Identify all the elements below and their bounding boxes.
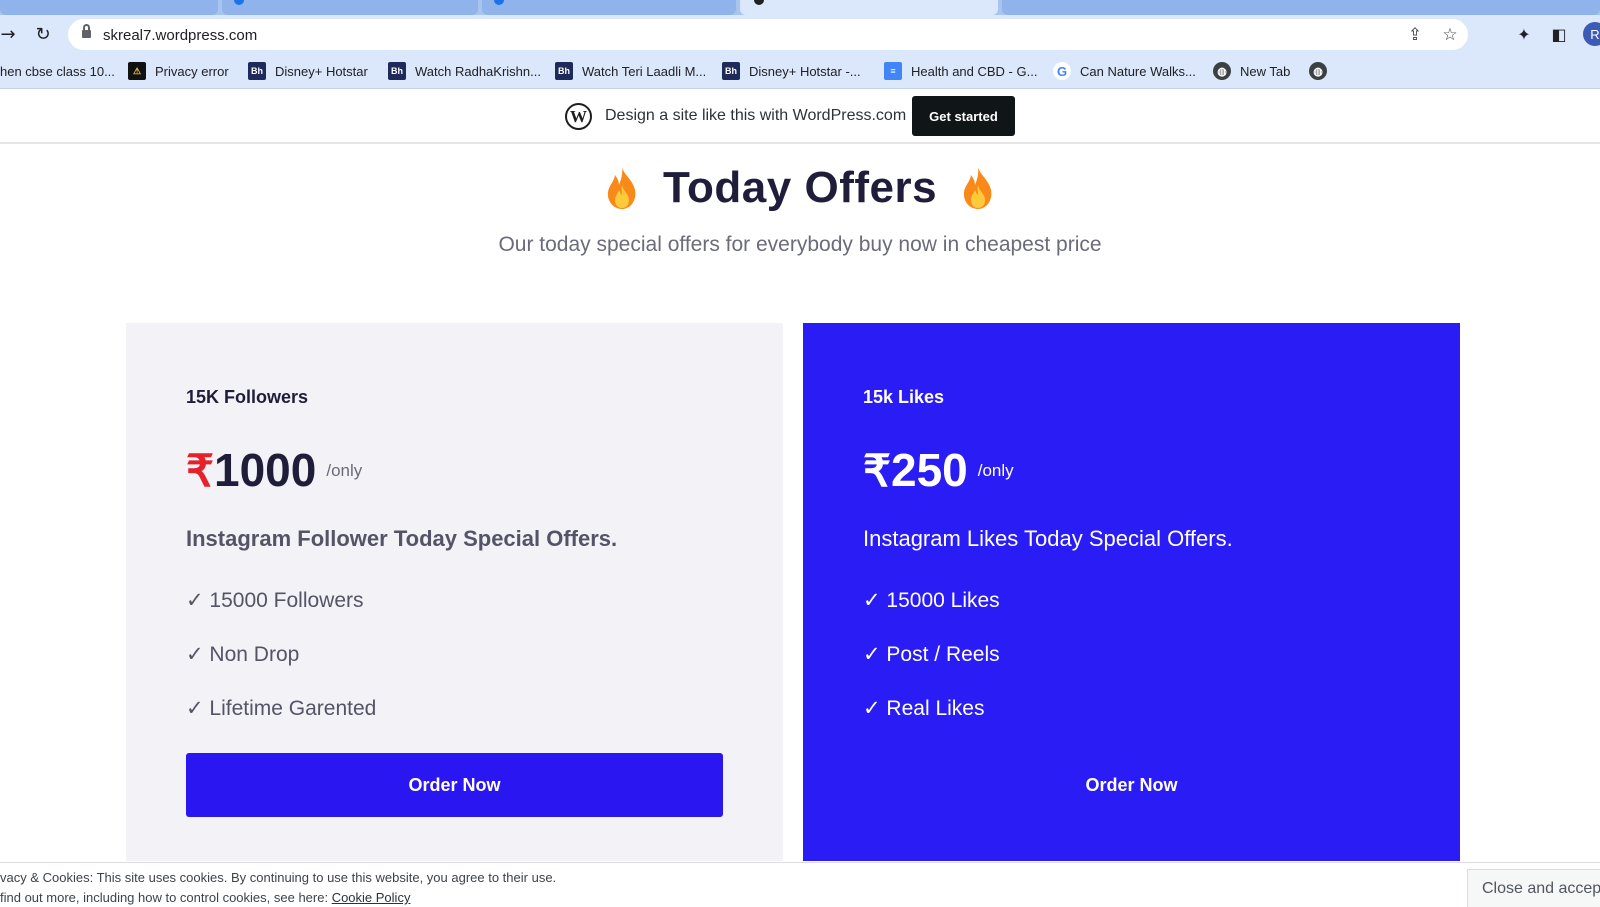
bookmark-item[interactable]: G Can Nature Walks... xyxy=(1053,61,1196,81)
cookie-consent-bar: vacy & Cookies: This site uses cookies. … xyxy=(0,862,1600,907)
bookmark-item[interactable]: ⚠ Privacy error xyxy=(128,61,229,81)
feature-item: ✓ Non Drop xyxy=(186,643,300,666)
bookmark-item[interactable]: ◍ xyxy=(1309,61,1336,81)
fire-icon xyxy=(607,167,636,209)
bookmark-item[interactable]: hen cbse class 10... xyxy=(0,61,115,81)
cookie-notice-text: vacy & Cookies: This site uses cookies. … xyxy=(0,870,557,885)
bookmark-item[interactable]: Bh Watch RadhaKrishn... xyxy=(388,61,541,81)
bh-site-icon: Bh xyxy=(555,62,573,80)
bh-site-icon: Bh xyxy=(388,62,406,80)
bookmark-label: Watch Teri Laadli M... xyxy=(582,63,707,79)
bookmark-label: Health and CBD - G... xyxy=(911,63,1038,79)
tab-favicon-icon xyxy=(494,0,504,5)
browser-tab[interactable] xyxy=(1002,0,1600,15)
side-panel-icon[interactable]: ◧ xyxy=(1547,22,1571,46)
profile-avatar[interactable]: R xyxy=(1583,22,1600,46)
bh-site-icon: Bh xyxy=(722,62,740,80)
plan-description: Instagram Likes Today Special Offers. xyxy=(863,526,1233,551)
wordpress-logo-icon[interactable]: W xyxy=(565,103,592,130)
browser-tab[interactable] xyxy=(222,0,478,15)
currency-symbol: ₹ xyxy=(186,447,214,496)
plan-name: 15K Followers xyxy=(186,387,309,407)
extensions-puzzle-icon[interactable]: ✦ xyxy=(1512,22,1536,46)
close-and-accept-button[interactable]: Close and accept xyxy=(1467,869,1600,907)
feature-list: ✓ 15000 Likes ✓ Post / Reels ✓ Real Like… xyxy=(863,588,1000,750)
wp-banner-text[interactable]: Design a site like this with WordPress.c… xyxy=(605,107,906,125)
google-icon: G xyxy=(1053,62,1071,80)
bookmark-label: Disney+ Hotstar -... xyxy=(749,63,861,79)
order-now-button[interactable]: Order Now xyxy=(863,753,1400,817)
price: ₹ 250 /only xyxy=(863,443,1014,497)
price-period: /only xyxy=(977,461,1014,480)
feature-item: ✓ Post / Reels xyxy=(863,643,1000,666)
lock-icon[interactable] xyxy=(82,24,91,39)
globe-icon: ◍ xyxy=(1213,62,1231,80)
bookmark-item[interactable]: ◍ New Tab xyxy=(1213,61,1290,81)
browser-tab-active[interactable] xyxy=(740,0,998,15)
globe-icon: ◍ xyxy=(1309,62,1327,80)
page-title: Today Offers xyxy=(662,163,938,212)
bookmark-label: hen cbse class 10... xyxy=(0,63,115,79)
privacy-error-icon: ⚠ xyxy=(128,62,146,80)
forward-arrow-icon[interactable]: → xyxy=(0,22,20,46)
bookmarks-bar: hen cbse class 10... ⚠ Privacy error Bh … xyxy=(0,53,1600,89)
get-started-button[interactable]: Get started xyxy=(912,96,1015,136)
cookie-policy-link[interactable]: Cookie Policy xyxy=(332,890,411,905)
browser-tab[interactable] xyxy=(0,0,218,15)
price: ₹ 1000 /only xyxy=(186,443,362,497)
bh-site-icon: Bh xyxy=(248,62,266,80)
offer-card-followers: 15K Followers ₹ 1000 /only Instagram Fol… xyxy=(126,323,783,861)
bookmark-label: Disney+ Hotstar xyxy=(275,63,368,79)
bookmark-label: Privacy error xyxy=(155,63,229,79)
price-period: /only xyxy=(326,461,363,480)
page-subtitle: Our today special offers for everybody b… xyxy=(498,233,1102,256)
google-docs-icon: ≡ xyxy=(884,62,902,80)
plan-description: Instagram Follower Today Special Offers. xyxy=(186,526,618,551)
fire-icon xyxy=(963,167,992,209)
feature-item: ✓ Real Likes xyxy=(863,697,985,720)
address-bar[interactable]: skreal7.wordpress.com ⇪ ☆ xyxy=(68,19,1468,50)
feature-item: ✓ Lifetime Garented xyxy=(186,697,377,720)
offer-card-likes: 15k Likes ₹ 250 /only Instagram Likes To… xyxy=(803,323,1460,861)
share-icon[interactable]: ⇪ xyxy=(1404,24,1426,46)
price-amount: 250 xyxy=(891,444,968,496)
offers-heading: Today Offers xyxy=(0,158,1600,218)
order-now-button[interactable]: Order Now xyxy=(186,753,723,817)
star-bookmark-icon[interactable]: ☆ xyxy=(1439,24,1461,46)
bookmark-item[interactable]: ≡ Health and CBD - G... xyxy=(884,61,1037,81)
tab-favicon-icon xyxy=(754,0,764,5)
bookmark-item[interactable]: Bh Disney+ Hotstar -... xyxy=(722,61,861,81)
bookmark-item[interactable]: Bh Watch Teri Laadli M... xyxy=(555,61,706,81)
wordpress-promo-banner: W Design a site like this with WordPress… xyxy=(0,89,1600,144)
reload-icon[interactable]: ↻ xyxy=(31,22,55,46)
tab-strip xyxy=(0,0,1600,15)
bookmark-label: New Tab xyxy=(1240,63,1291,79)
feature-item: ✓ 15000 Followers xyxy=(186,589,364,612)
plan-name: 15k Likes xyxy=(863,387,945,407)
tab-favicon-icon xyxy=(234,0,244,5)
browser-tab[interactable] xyxy=(482,0,736,15)
price-amount: 1000 xyxy=(214,444,317,496)
bookmark-item[interactable]: Bh Disney+ Hotstar xyxy=(248,61,368,81)
feature-item: ✓ 15000 Likes xyxy=(863,589,1000,612)
bookmark-label: Can Nature Walks... xyxy=(1080,63,1196,79)
cookie-notice-prefix: find out more, including how to control … xyxy=(0,890,332,905)
url-text[interactable]: skreal7.wordpress.com xyxy=(103,27,257,44)
feature-list: ✓ 15000 Followers ✓ Non Drop ✓ Lifetime … xyxy=(186,588,376,750)
cookie-notice-text: find out more, including how to control … xyxy=(0,890,410,905)
currency-symbol: ₹ xyxy=(863,447,891,496)
browser-toolbar: → ↻ skreal7.wordpress.com ⇪ ☆ ✦ ◧ R xyxy=(0,15,1600,53)
bookmark-label: Watch RadhaKrishn... xyxy=(415,63,541,79)
